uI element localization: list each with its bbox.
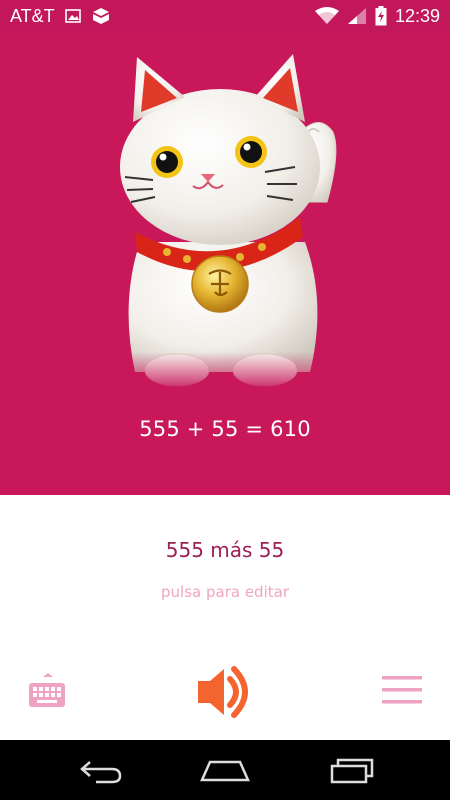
menu-icon [382, 676, 424, 710]
battery-charging-icon [375, 6, 387, 26]
equation-text: 555 + 55 = 610 [139, 417, 311, 441]
signal-icon [347, 7, 367, 25]
keyboard-button[interactable] [27, 673, 69, 715]
speak-button[interactable] [194, 665, 256, 719]
spoken-phrase[interactable]: 555 más 55 [0, 538, 450, 562]
wifi-icon [314, 7, 339, 25]
home-button[interactable] [200, 756, 250, 784]
lucky-cat-image [105, 52, 345, 392]
menu-button[interactable] [382, 676, 424, 706]
back-button[interactable] [76, 756, 124, 784]
dropbox-icon [91, 7, 111, 25]
carrier-label: AT&T [10, 5, 55, 26]
content-panel: 555 más 55 pulsa para editar [0, 495, 450, 740]
back-icon [76, 761, 124, 788]
hero-panel: 555 + 55 = 610 [0, 32, 450, 495]
recent-apps-icon [326, 758, 374, 788]
home-icon [200, 760, 250, 788]
recent-apps-button[interactable] [326, 756, 374, 784]
keyboard-icon [27, 673, 69, 719]
clock: 12:39 [394, 5, 440, 26]
navigation-bar [0, 740, 450, 800]
status-bar: AT&T 12:39 [0, 0, 450, 32]
speaker-icon [194, 666, 256, 723]
edit-hint[interactable]: pulsa para editar [0, 583, 450, 601]
image-icon [64, 9, 81, 23]
